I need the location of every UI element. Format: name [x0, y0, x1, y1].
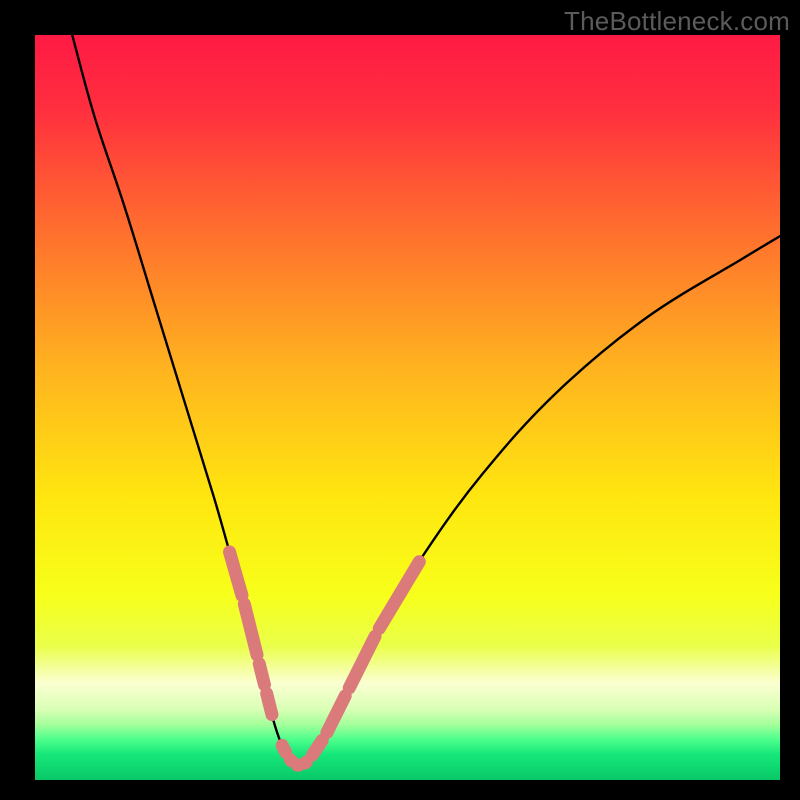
- dash-segment: [312, 740, 322, 755]
- dash-overlay: [230, 552, 420, 765]
- curve-layer: [35, 35, 780, 780]
- chart-frame: TheBottleneck.com: [0, 0, 800, 800]
- dash-segment: [259, 664, 264, 685]
- dash-segment: [282, 745, 285, 752]
- dash-segment: [267, 694, 272, 715]
- dash-segment: [349, 636, 375, 688]
- dash-segment: [244, 604, 257, 655]
- plot-area: [35, 35, 780, 780]
- dash-segment: [290, 760, 291, 761]
- dash-segment: [305, 762, 306, 763]
- dash-segment: [379, 562, 419, 629]
- bottleneck-curve: [72, 35, 780, 766]
- dash-segment: [327, 696, 345, 733]
- watermark-text: TheBottleneck.com: [564, 6, 790, 37]
- dash-segment: [230, 552, 242, 596]
